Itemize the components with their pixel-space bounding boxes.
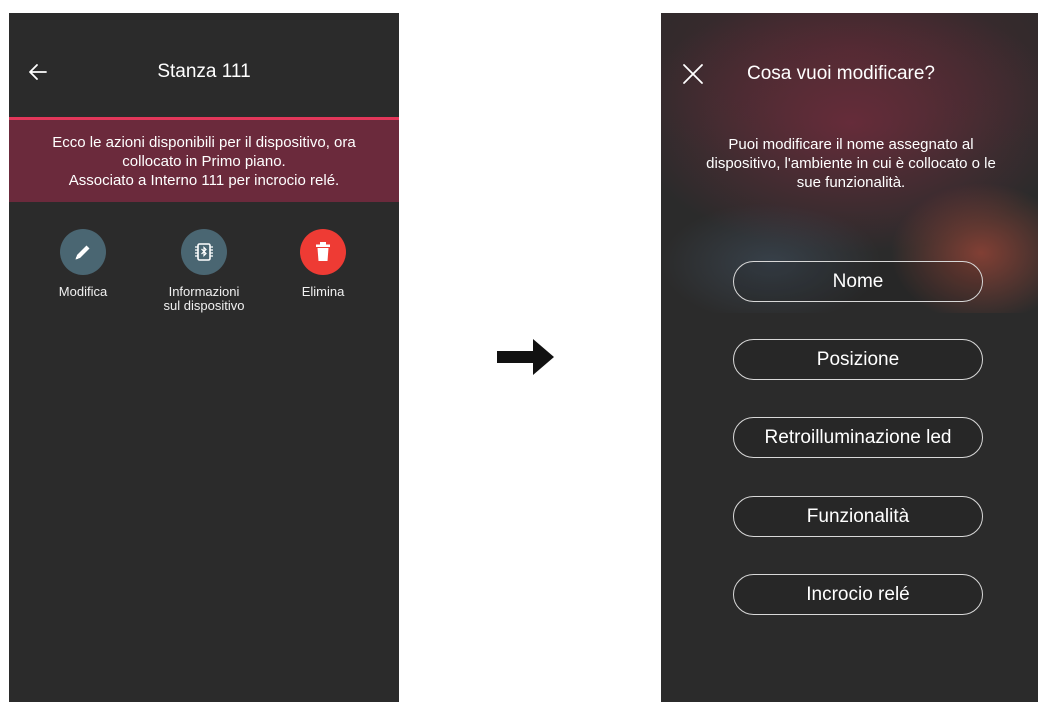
trash-icon	[300, 229, 346, 275]
description-line: Puoi modificare il nome assegnato al	[728, 136, 974, 153]
description-line: sue funzionalità.	[796, 174, 906, 191]
page-title: Stanza 111	[157, 61, 251, 82]
delete-action-button[interactable]: Elimina	[268, 229, 378, 299]
close-icon[interactable]	[681, 62, 705, 86]
name-option-button[interactable]: Nome	[733, 261, 983, 302]
action-label-line: Informazioni	[168, 284, 240, 299]
description-line: dispositivo, l'ambiente in cui è colloca…	[706, 155, 996, 172]
modify-action-button[interactable]: Modifica	[28, 229, 138, 299]
arrow-right-icon	[497, 339, 554, 375]
bluetooth-chip-icon	[181, 229, 227, 275]
action-label: Elimina	[301, 284, 345, 299]
info-banner: Ecco le azioni disponibili per il dispos…	[9, 120, 399, 202]
actions-bar: Modifica Informazioni sul dispositivo El…	[9, 229, 399, 329]
action-label: Informazioni sul dispositivo	[149, 285, 259, 313]
device-info-action-button[interactable]: Informazioni sul dispositivo	[149, 229, 259, 313]
device-actions-screen: Stanza 111 Ecco le azioni disponibili pe…	[9, 13, 399, 702]
action-label-line: sul dispositivo	[163, 298, 245, 313]
edit-options-screen: Cosa vuoi modificare? Puoi modificare il…	[661, 13, 1038, 702]
position-option-button[interactable]: Posizione	[733, 339, 983, 380]
banner-line: Associato a Interno 111 per incrocio rel…	[68, 171, 340, 189]
pencil-icon	[60, 229, 106, 275]
relay-crossing-option-button[interactable]: Incrocio relé	[733, 574, 983, 615]
dialog-description: Puoi modificare il nome assegnato al dis…	[681, 135, 1021, 192]
dialog-title: Cosa vuoi modificare?	[747, 63, 935, 84]
banner-line: collocato in Primo piano.	[122, 152, 286, 170]
backlight-led-option-button[interactable]: Retroilluminazione led	[733, 417, 983, 458]
functionality-option-button[interactable]: Funzionalità	[733, 496, 983, 537]
banner-line: Ecco le azioni disponibili per il dispos…	[52, 133, 356, 151]
action-label: Modifica	[58, 284, 108, 299]
header: Stanza 111	[9, 13, 399, 117]
